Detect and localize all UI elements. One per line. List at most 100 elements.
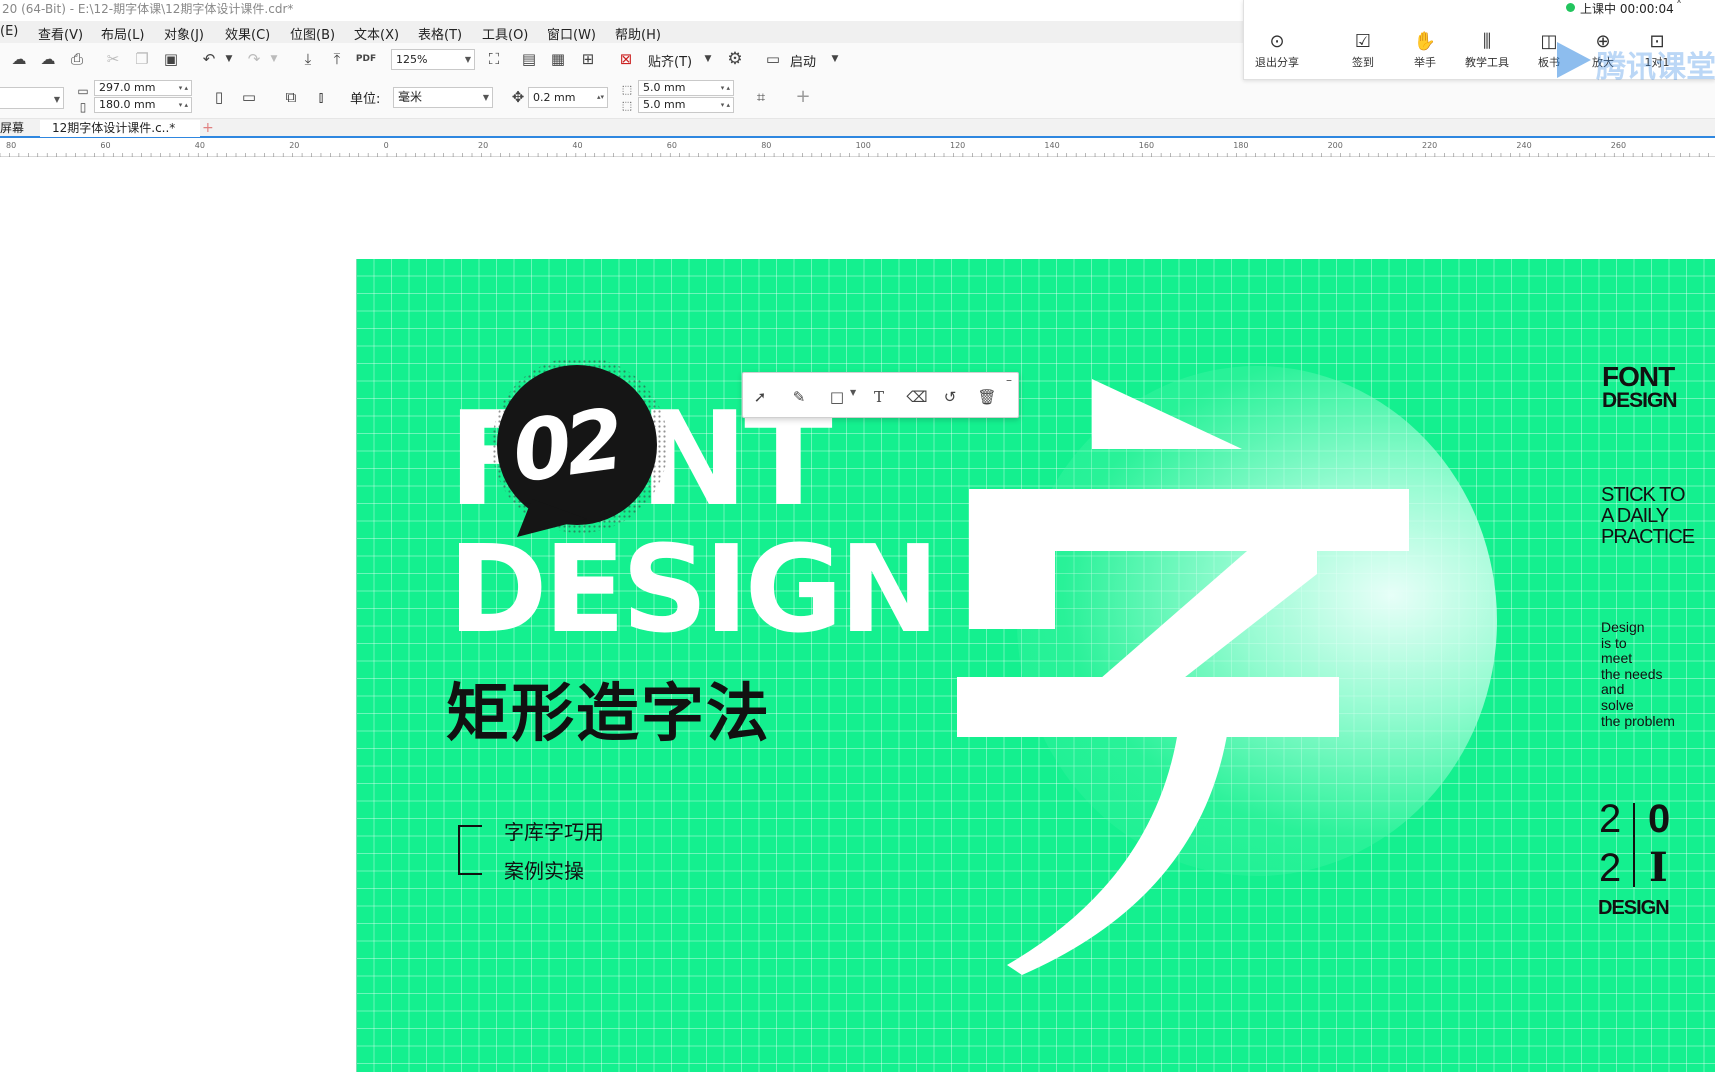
- teaching-tools-button[interactable]: ⫼ 教学工具: [1454, 30, 1520, 70]
- chevron-down-icon: ▼: [464, 55, 471, 64]
- redo-icon[interactable]: ↷: [243, 48, 265, 70]
- menu-text[interactable]: 文本(X): [354, 24, 399, 43]
- launch-dropdown-icon[interactable]: ▼: [824, 48, 846, 70]
- menu-table[interactable]: 表格(T): [418, 24, 462, 43]
- ruler-label: 100: [856, 141, 871, 150]
- tagline-line: A DAILY: [1601, 505, 1669, 527]
- export-icon[interactable]: ⤒: [326, 48, 348, 70]
- tagline-line: PRACTICE: [1601, 526, 1695, 548]
- unit-select-value: 毫米: [398, 90, 423, 104]
- spinner-icon[interactable]: ▴▾: [597, 88, 604, 107]
- live-status-dot: [1566, 3, 1575, 12]
- checkin-button[interactable]: ☑ 签到: [1330, 30, 1396, 70]
- snap-off-icon[interactable]: ⊠: [615, 48, 637, 70]
- duplicate-y-value: 5.0 mm: [643, 98, 686, 111]
- spinner-icon[interactable]: ▾ ▴: [721, 81, 730, 95]
- launch-label[interactable]: 启动: [790, 51, 816, 70]
- tab-document[interactable]: 12期字体设计课件.c..*: [40, 120, 200, 137]
- tab-add-button[interactable]: +: [202, 120, 214, 137]
- zoom-level-field[interactable]: 125% ▼: [391, 49, 475, 70]
- description: Design is to meet the needs and solve th…: [1601, 619, 1675, 729]
- page-width-field[interactable]: 297.0 mm ▾ ▴: [94, 80, 192, 96]
- copy-icon[interactable]: ❐: [131, 48, 153, 70]
- add-icon[interactable]: +: [792, 86, 814, 108]
- show-grid-icon[interactable]: ▦: [547, 48, 569, 70]
- duplicate-y-icon: ⬚: [621, 99, 633, 112]
- window-title: 20 (64-Bit) - E:\12-期字体课\12期字体设计课件.cdr*: [2, 2, 294, 16]
- list-item: 字库字巧用: [504, 820, 604, 844]
- paste-icon[interactable]: ▣: [160, 48, 182, 70]
- duplicate-y-field[interactable]: 5.0 mm ▾ ▴: [638, 97, 734, 113]
- page-size-select[interactable]: ▼: [0, 87, 64, 109]
- cut-icon[interactable]: ✂: [102, 48, 124, 70]
- subtitle-chinese: 矩形造字法: [446, 677, 771, 750]
- page-height-field[interactable]: 180.0 mm ▾ ▴: [94, 97, 192, 113]
- snap-to-label[interactable]: 贴齐(T): [648, 51, 692, 70]
- spinner-icon[interactable]: ▾ ▴: [179, 98, 188, 112]
- full-screen-icon[interactable]: ⛶: [483, 48, 505, 70]
- duplicate-x-field[interactable]: 5.0 mm ▾ ▴: [638, 80, 734, 96]
- horizontal-ruler[interactable]: 80 60 40 20 0 20 40 60 80 100 120 140 160 180 200 220 24…: [0, 139, 1715, 157]
- snap-dropdown-icon[interactable]: ▼: [697, 48, 719, 70]
- menu-bitmap[interactable]: 位图(B): [290, 24, 335, 43]
- all-pages-icon[interactable]: ⧉: [280, 86, 302, 108]
- shape-rectangle-icon[interactable]: □: [826, 387, 848, 407]
- shape-dropdown-icon[interactable]: ▼: [850, 388, 856, 397]
- redo-dropdown-icon[interactable]: ▼: [263, 48, 285, 70]
- ruler-label: 40: [572, 141, 582, 150]
- spinner-icon[interactable]: ▾ ▴: [721, 98, 730, 112]
- text-tool-icon[interactable]: T: [868, 387, 890, 407]
- launch-icon[interactable]: ▭: [762, 48, 784, 70]
- print-icon[interactable]: ⎙: [66, 48, 88, 70]
- classroom-panel: 上课中 00:00:04 ˄ ⊙ 退出分享 ☑ 签到 ✋ 举手 ⫼ 教学工具 ◫…: [1243, 0, 1715, 85]
- menu-layout[interactable]: 布局(L): [101, 24, 144, 43]
- description-line: is to: [1601, 634, 1627, 651]
- nudge-distance-value: 0.2 mm: [533, 91, 576, 104]
- tab-welcome[interactable]: 屏幕: [0, 120, 24, 137]
- checkin-icon: ☑: [1354, 31, 1372, 52]
- menu-window[interactable]: 窗口(W): [547, 24, 596, 43]
- description-line: the needs: [1601, 665, 1663, 682]
- menu-object[interactable]: 对象(J): [164, 24, 204, 43]
- select-pointer-icon[interactable]: ➚: [749, 387, 771, 407]
- raise-hand-label: 举手: [1414, 56, 1436, 69]
- cloud-sync-icon[interactable]: ☁: [37, 48, 59, 70]
- show-guidelines-icon[interactable]: ⊞: [577, 48, 599, 70]
- raise-hand-button[interactable]: ✋ 举手: [1392, 30, 1458, 70]
- cloud-upload-icon[interactable]: ☁: [8, 48, 30, 70]
- nudge-distance-field[interactable]: 0.2 mm ▴▾: [528, 87, 608, 108]
- spinner-icon[interactable]: ▾ ▴: [179, 81, 188, 95]
- undo-icon[interactable]: ↶: [198, 48, 220, 70]
- eraser-icon[interactable]: ⌫: [906, 387, 928, 407]
- property-bar: ▼ ▭ ▯ 297.0 mm ▾ ▴ 180.0 mm ▾ ▴ ▯ ▭ ⧉ ⫾ 单位…: [0, 75, 1715, 119]
- portrait-icon[interactable]: ▯: [208, 86, 230, 108]
- pdf-icon[interactable]: PDF: [355, 48, 377, 70]
- pen-icon[interactable]: ✎: [788, 387, 810, 407]
- trash-icon[interactable]: 🗑: [976, 387, 998, 407]
- ruler-label: 40: [195, 141, 205, 150]
- collapse-icon[interactable]: ˄: [1676, 0, 1682, 13]
- landscape-icon[interactable]: ▭: [238, 86, 260, 108]
- undo-dropdown-icon[interactable]: ▼: [218, 48, 240, 70]
- menu-edit[interactable]: (E): [0, 24, 18, 39]
- menu-tools[interactable]: 工具(O): [482, 24, 528, 43]
- current-page-icon[interactable]: ⫾: [310, 86, 332, 108]
- right-title-design: DESIGN: [1602, 389, 1678, 412]
- menu-effects[interactable]: 效果(C): [225, 24, 270, 43]
- treat-as-filled-icon[interactable]: ⌗: [750, 86, 772, 108]
- ruler-label: 260: [1611, 141, 1626, 150]
- menu-view[interactable]: 查看(V): [38, 24, 83, 43]
- exit-share-button[interactable]: ⊙ 退出分享: [1244, 30, 1310, 70]
- undo-icon[interactable]: ↺: [939, 387, 961, 407]
- artboard[interactable]: 字 FONT DESIGN 02 矩形造字法 字库字巧用 案例实操 FONT D…: [356, 259, 1715, 1072]
- document-tab-bar: 屏幕 12期字体设计课件.c..* +: [0, 119, 1715, 138]
- year-digit: I: [1649, 844, 1668, 891]
- show-rulers-icon[interactable]: ▤: [518, 48, 540, 70]
- big-character-graphic: [957, 379, 1409, 975]
- minimize-icon[interactable]: –: [1006, 373, 1012, 387]
- year-digit: 2: [1599, 797, 1622, 841]
- import-icon[interactable]: ⤓: [297, 48, 319, 70]
- unit-select[interactable]: 毫米 ▼: [393, 87, 493, 108]
- menu-help[interactable]: 帮助(H): [615, 24, 661, 43]
- gear-icon[interactable]: ⚙: [724, 48, 746, 70]
